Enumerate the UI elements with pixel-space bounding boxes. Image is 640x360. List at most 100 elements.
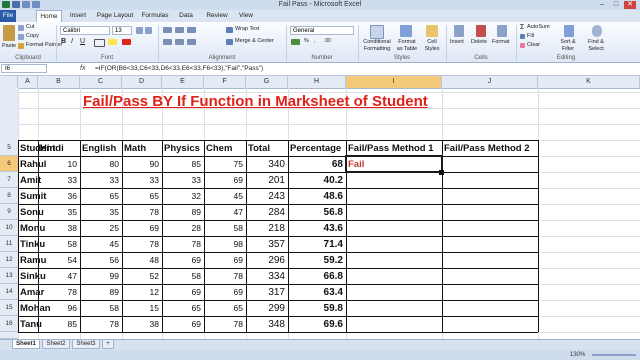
close-button[interactable]: ✕	[624, 1, 636, 9]
score-cell[interactable]: 85	[162, 157, 201, 172]
score-cell[interactable]: 15	[122, 301, 159, 316]
shrink-font-icon[interactable]	[145, 27, 152, 34]
score-cell[interactable]: 48	[122, 253, 159, 268]
score-cell[interactable]: 69.6	[288, 317, 343, 332]
insert-function-button[interactable]: fx	[80, 64, 85, 74]
score-cell[interactable]: 89	[80, 285, 119, 300]
score-cell[interactable]: 218	[246, 221, 285, 236]
score-cell[interactable]: 12	[122, 285, 159, 300]
bold-button[interactable]: B	[61, 38, 66, 45]
autosum-button[interactable]: AutoSum	[527, 24, 550, 31]
score-cell[interactable]: 96	[38, 301, 77, 316]
score-cell[interactable]: 69	[162, 285, 201, 300]
column-header-f[interactable]: F	[204, 76, 246, 88]
score-cell[interactable]: 78	[162, 237, 201, 252]
column-header-c[interactable]: C	[80, 76, 122, 88]
score-cell[interactable]: 52	[122, 269, 159, 284]
score-cell[interactable]: 10	[38, 157, 77, 172]
score-cell[interactable]: 78	[80, 317, 119, 332]
format-table-button[interactable]: Format as Table	[395, 39, 419, 53]
font-name-select[interactable]: Calibri	[60, 26, 110, 35]
score-cell[interactable]: 56.8	[288, 205, 343, 220]
score-cell[interactable]: 43.6	[288, 221, 343, 236]
fill-color-icon[interactable]	[108, 39, 117, 45]
align-left-icon[interactable]	[163, 39, 172, 45]
column-header-i[interactable]: I	[346, 76, 442, 88]
score-cell[interactable]: 65	[80, 189, 119, 204]
score-cell[interactable]: 33	[162, 173, 201, 188]
score-cell[interactable]: 28	[162, 221, 201, 236]
score-cell[interactable]: 68	[288, 157, 343, 172]
tab-page-layout[interactable]: Page Layout	[94, 10, 136, 22]
paste-button[interactable]: Paste	[2, 43, 16, 50]
zoom-level[interactable]: 130%	[570, 350, 585, 360]
score-cell[interactable]: 98	[204, 237, 243, 252]
borders-icon[interactable]	[94, 39, 105, 47]
clear-button[interactable]: Clear	[527, 42, 540, 49]
row-header-6[interactable]: 6	[0, 156, 18, 172]
column-header-e[interactable]: E	[162, 76, 204, 88]
row-header-16[interactable]: 16	[0, 316, 18, 332]
score-cell[interactable]: 58	[162, 269, 201, 284]
conditional-formatting-button[interactable]: Conditional Formatting	[362, 39, 392, 53]
score-cell[interactable]: 54	[38, 253, 77, 268]
comma-icon[interactable]: ,	[314, 38, 316, 45]
score-cell[interactable]: 48.6	[288, 189, 343, 204]
name-box[interactable]: I6	[1, 64, 47, 73]
column-header-cell[interactable]: Total	[248, 141, 270, 156]
fill-button[interactable]: Fill	[527, 33, 534, 40]
column-header-cell[interactable]: Hindi	[40, 141, 64, 156]
increase-decimal-icon[interactable]: .00	[324, 38, 331, 45]
score-cell[interactable]: 75	[204, 157, 243, 172]
find-select-button[interactable]: Find & Select	[582, 39, 610, 53]
score-cell[interactable]: 78	[204, 269, 243, 284]
score-cell[interactable]: 38	[122, 317, 159, 332]
score-cell[interactable]: 69	[122, 221, 159, 236]
score-cell[interactable]: 284	[246, 205, 285, 220]
score-cell[interactable]: 85	[38, 317, 77, 332]
row-header-9[interactable]: 9	[0, 204, 18, 220]
selected-cell-i6[interactable]	[345, 155, 443, 173]
tab-view[interactable]: View	[234, 10, 258, 22]
align-bottom-icon[interactable]	[187, 27, 196, 33]
align-top-icon[interactable]	[163, 27, 172, 33]
score-cell[interactable]: 63.4	[288, 285, 343, 300]
score-cell[interactable]: 71.4	[288, 237, 343, 252]
score-cell[interactable]: 348	[246, 317, 285, 332]
sort-filter-button[interactable]: Sort & Filter	[556, 39, 580, 53]
score-cell[interactable]: 56	[80, 253, 119, 268]
score-cell[interactable]: 47	[38, 269, 77, 284]
copy-button[interactable]: Copy	[26, 33, 39, 40]
score-cell[interactable]: 357	[246, 237, 285, 252]
tab-data[interactable]: Data	[174, 10, 198, 22]
column-header-a[interactable]: A	[18, 76, 38, 88]
score-cell[interactable]: 243	[246, 189, 285, 204]
score-cell[interactable]: 78	[122, 205, 159, 220]
select-all-corner[interactable]	[0, 76, 18, 88]
score-cell[interactable]: 40.2	[288, 173, 343, 188]
formula-input[interactable]: =IF(OR(B6<33,C6<33,D6<33,E6<33,F6<33),"F…	[95, 64, 263, 74]
score-cell[interactable]: 90	[122, 157, 159, 172]
row-header-8[interactable]: 8	[0, 188, 18, 204]
score-cell[interactable]: 58	[38, 237, 77, 252]
column-header-k[interactable]: K	[538, 76, 640, 88]
score-cell[interactable]: 69	[204, 253, 243, 268]
row-header-14[interactable]: 14	[0, 284, 18, 300]
cut-button[interactable]: Cut	[26, 24, 35, 31]
score-cell[interactable]: 45	[204, 189, 243, 204]
column-header-cell[interactable]: Fail/Pass Method 2	[444, 141, 530, 156]
score-cell[interactable]: 59.8	[288, 301, 343, 316]
delete-cells-button[interactable]: Delete	[471, 39, 487, 46]
score-cell[interactable]: 69	[204, 285, 243, 300]
minimize-button[interactable]: –	[596, 1, 608, 9]
score-cell[interactable]: 45	[80, 237, 119, 252]
score-cell[interactable]: 89	[162, 205, 201, 220]
score-cell[interactable]: 58	[204, 221, 243, 236]
tab-formulas[interactable]: Formulas	[138, 10, 172, 22]
align-right-icon[interactable]	[187, 39, 196, 45]
currency-icon[interactable]	[291, 39, 300, 45]
score-cell[interactable]: 340	[246, 157, 285, 172]
column-header-cell[interactable]: Physics	[164, 141, 200, 156]
align-center-icon[interactable]	[175, 39, 184, 45]
sheet-tab-1[interactable]: Sheet1	[12, 340, 40, 349]
